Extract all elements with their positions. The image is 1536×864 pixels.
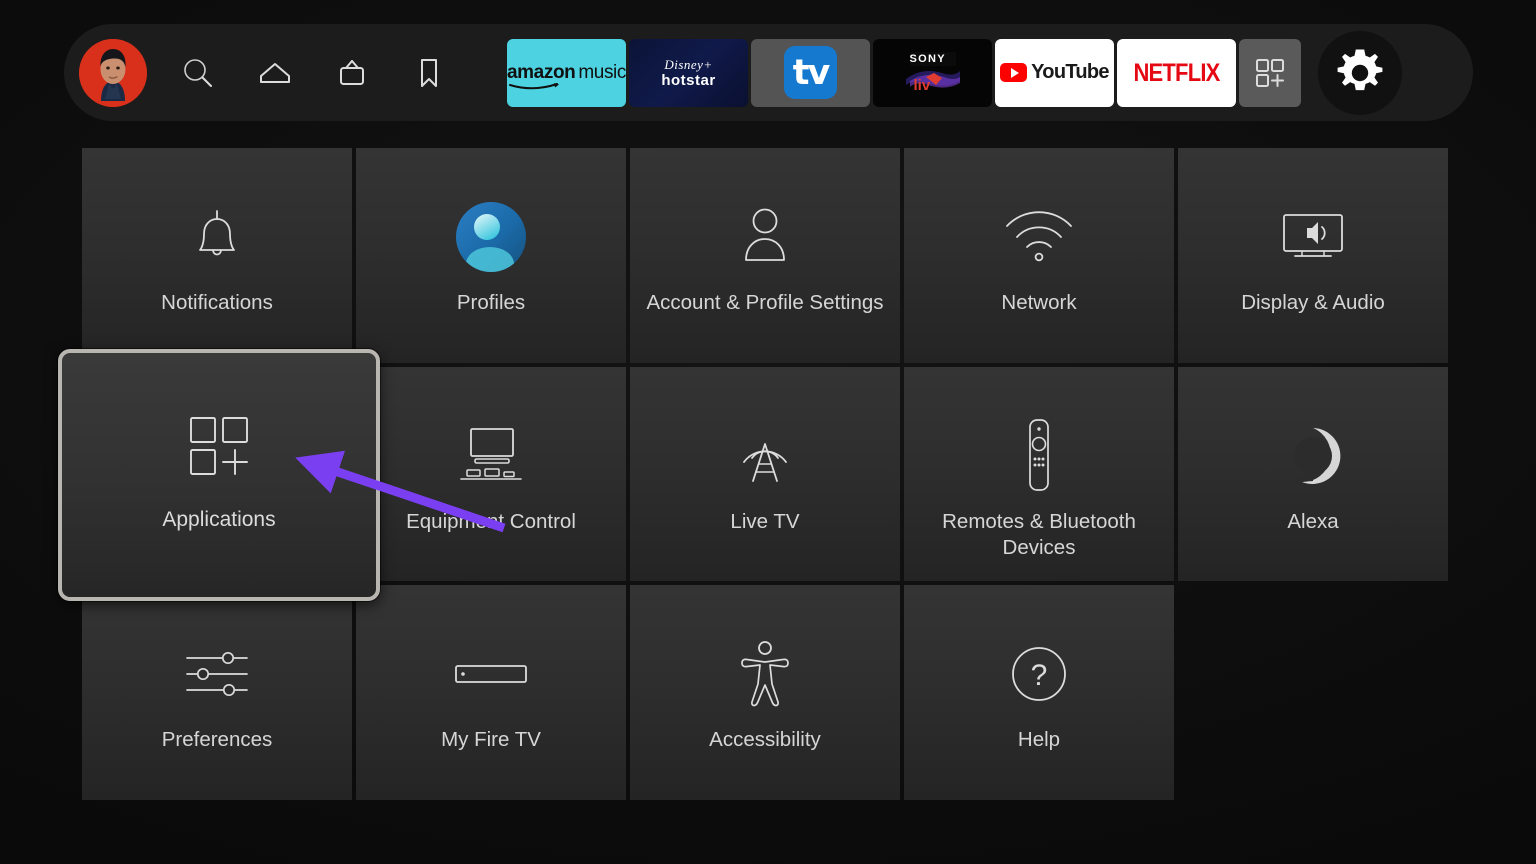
- profile-avatar-icon: [454, 200, 528, 274]
- gear-icon: [1332, 45, 1388, 101]
- monitor-devices-icon: [453, 419, 529, 493]
- search-icon[interactable]: [169, 44, 227, 102]
- settings-tile-my-fire-tv[interactable]: My Fire TV: [356, 585, 626, 800]
- settings-tile-accessibility[interactable]: Accessibility: [630, 585, 900, 800]
- sony-wordmark: SONY: [910, 53, 946, 65]
- settings-gear-button[interactable]: [1318, 31, 1402, 115]
- bell-icon: [187, 200, 247, 274]
- settings-tile-notifications[interactable]: Notifications: [82, 148, 352, 363]
- youtube-play-icon: [1000, 63, 1027, 82]
- question-circle-icon: ?: [1008, 637, 1070, 711]
- settings-tile-account-profile-settings[interactable]: Account & Profile Settings: [630, 148, 900, 363]
- amazon-music-wordmark-bold: amazon: [507, 62, 575, 84]
- settings-tile-label: Live TV: [730, 509, 799, 535]
- user-avatar[interactable]: [79, 39, 147, 107]
- settings-tile-label: Notifications: [161, 290, 273, 316]
- fire-tv-stick-icon: [452, 637, 530, 711]
- settings-tile-label: Applications: [162, 508, 275, 532]
- alexa-ring-icon: [1280, 419, 1346, 493]
- settings-grid-empty-cell: [1178, 585, 1448, 800]
- app-tile-netflix[interactable]: NETFLIX: [1117, 39, 1236, 107]
- tv-app-badge: tv: [784, 46, 837, 99]
- settings-tile-preferences[interactable]: Preferences: [82, 585, 352, 800]
- disney-plus-wordmark: Disney+: [661, 58, 715, 71]
- app-tile-disney-hotstar[interactable]: Disney+ hotstar: [629, 39, 748, 107]
- settings-tile-label: Preferences: [162, 727, 273, 753]
- amazon-swoosh-icon: [509, 82, 561, 91]
- broadcast-tower-icon: [731, 419, 799, 493]
- settings-tile-applications[interactable]: Applications: [58, 349, 380, 601]
- app-tile-amazon-music[interactable]: amazon music: [507, 39, 626, 107]
- settings-tile-label: Remotes & Bluetooth Devices: [918, 509, 1161, 561]
- top-navigation-bar: amazon music Disney+ hotstar tv: [64, 24, 1473, 121]
- settings-tile-label: Help: [1018, 727, 1060, 753]
- app-tile-sony-liv[interactable]: SONY liv: [873, 39, 992, 107]
- settings-tile-label: Accessibility: [709, 727, 821, 753]
- svg-text:?: ?: [1031, 659, 1048, 692]
- wifi-icon: [1001, 200, 1077, 274]
- settings-tile-label: Network: [1001, 290, 1076, 316]
- settings-tile-help[interactable]: ? Help: [904, 585, 1174, 800]
- tv-speaker-icon: [1276, 200, 1350, 274]
- app-tile-tv[interactable]: tv: [751, 39, 870, 107]
- youtube-wordmark: YouTube: [1031, 61, 1109, 84]
- settings-tile-profiles[interactable]: Profiles: [356, 148, 626, 363]
- live-tv-icon[interactable]: [323, 44, 381, 102]
- settings-tile-live-tv[interactable]: Live TV: [630, 367, 900, 582]
- apps-grid-plus-icon: [182, 409, 256, 488]
- settings-tile-alexa[interactable]: Alexa: [1178, 367, 1448, 582]
- settings-tile-label: Account & Profile Settings: [646, 290, 883, 316]
- remote-control-icon: [1018, 419, 1060, 493]
- amazon-music-wordmark-light: music: [578, 62, 626, 84]
- fire-tv-settings-screen: amazon music Disney+ hotstar tv: [0, 0, 1536, 864]
- settings-tile-equipment-control[interactable]: Equipment Control: [356, 367, 626, 582]
- hotstar-wordmark: hotstar: [661, 73, 715, 88]
- settings-tile-display-audio[interactable]: Display & Audio: [1178, 148, 1448, 363]
- settings-tile-label: Alexa: [1287, 509, 1338, 535]
- settings-tile-remotes-bluetooth[interactable]: Remotes & Bluetooth Devices: [904, 367, 1174, 582]
- settings-tile-network[interactable]: Network: [904, 148, 1174, 363]
- settings-tile-label: Display & Audio: [1241, 290, 1385, 316]
- liv-wordmark: liv: [914, 77, 931, 94]
- accessibility-icon: [734, 637, 796, 711]
- settings-tile-label: Equipment Control: [406, 509, 576, 535]
- person-icon: [735, 200, 795, 274]
- app-shortcut-strip: amazon music Disney+ hotstar tv: [507, 39, 1301, 107]
- sliders-icon: [181, 637, 253, 711]
- avatar[interactable]: [79, 39, 147, 107]
- settings-tile-label: My Fire TV: [441, 727, 541, 753]
- bookmark-icon[interactable]: [400, 44, 458, 102]
- home-icon[interactable]: [246, 44, 304, 102]
- app-tile-youtube[interactable]: YouTube: [995, 39, 1114, 107]
- settings-tile-label: Profiles: [457, 290, 525, 316]
- apps-grid-plus-icon: [1252, 55, 1288, 91]
- netflix-wordmark: NETFLIX: [1133, 58, 1219, 87]
- app-tile-apps-grid[interactable]: [1239, 39, 1301, 107]
